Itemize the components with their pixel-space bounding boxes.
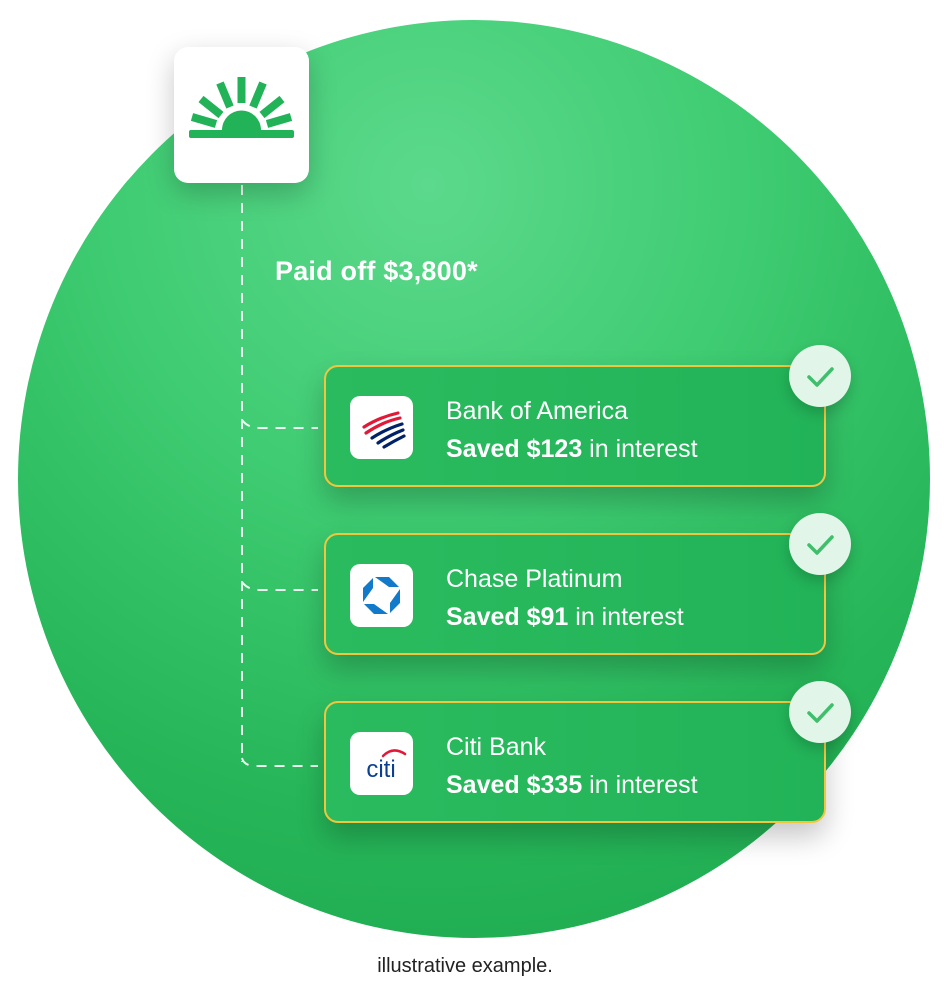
citi-logo: citi [350, 732, 413, 795]
checkmark-icon [807, 703, 834, 723]
check-badge [789, 345, 851, 407]
sunrise-icon [189, 77, 294, 138]
bank-name: Bank of America [446, 397, 629, 425]
checkmark-icon [807, 535, 834, 555]
paid-off-total: Paid off $3,800* [275, 256, 478, 286]
savings-line: Saved $91 in interest [446, 603, 684, 632]
check-badge [789, 513, 851, 575]
check-badge [789, 681, 851, 743]
savings-line: Saved $335 in interest [446, 771, 698, 800]
app-logo-card [174, 47, 309, 183]
savings-amount: Saved $335 [446, 771, 583, 799]
footnote: illustrative example. [377, 955, 553, 977]
account-card-chase: Chase Platinum Saved $91 in interest [324, 513, 851, 655]
account-card-bank-of-america: Bank of America Saved $123 in interest [324, 345, 851, 487]
chase-logo [350, 564, 413, 627]
bank-name: Chase Platinum [446, 565, 623, 593]
savings-amount: Saved $91 [446, 603, 569, 631]
citi-wordmark: citi [366, 756, 395, 783]
bank-of-america-logo [350, 396, 413, 459]
savings-suffix: in interest [582, 435, 698, 463]
savings-line: Saved $123 in interest [446, 435, 698, 464]
account-card-citi: citi Citi Bank Saved $335 in interest [324, 681, 851, 823]
savings-suffix: in interest [568, 603, 684, 631]
connector-lines [241, 185, 318, 767]
bank-name: Citi Bank [446, 733, 547, 761]
checkmark-icon [807, 367, 834, 387]
savings-suffix: in interest [582, 771, 698, 799]
savings-amount: Saved $123 [446, 435, 583, 463]
